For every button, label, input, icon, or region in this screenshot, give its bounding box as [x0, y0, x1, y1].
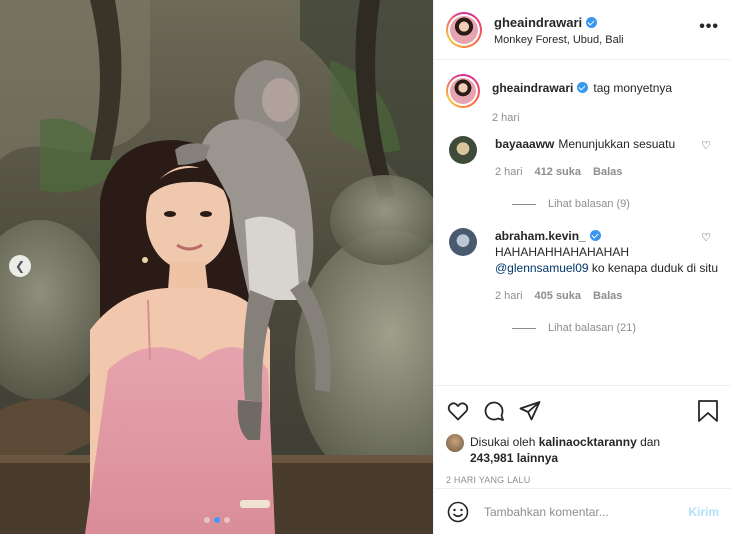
- carousel-indicator: [0, 517, 433, 523]
- view-replies-button[interactable]: Lihat balasan (21): [512, 322, 719, 334]
- likes-count[interactable]: 243,981 lainnya: [470, 451, 558, 465]
- post-header: gheaindrawari Monkey Forest, Ubud, Bali …: [434, 0, 731, 60]
- avatar[interactable]: [449, 228, 477, 256]
- caption-time[interactable]: 2 hari: [492, 110, 520, 126]
- post-comment-button[interactable]: Kirim: [688, 505, 719, 519]
- comment-bubble-icon[interactable]: [482, 399, 506, 423]
- reply-button[interactable]: Balas: [593, 288, 622, 304]
- likes-prefix: Disukai oleh: [470, 435, 539, 449]
- view-replies-label: Lihat balasan (21): [548, 322, 637, 334]
- comment-mention[interactable]: @glennsamuel09: [495, 261, 589, 275]
- post-location[interactable]: Monkey Forest, Ubud, Bali: [494, 34, 699, 46]
- add-comment-bar: Kirim: [434, 488, 731, 534]
- carousel-dot: [203, 517, 210, 523]
- caption: gheaindrawari tag monyetnya 2 hari: [446, 74, 719, 126]
- post-date[interactable]: 2 HARI YANG LALU: [446, 475, 719, 485]
- view-replies-button[interactable]: Lihat balasan (9): [512, 198, 719, 210]
- divider: [512, 203, 536, 205]
- comment-time[interactable]: 2 hari: [495, 164, 523, 180]
- comment-time[interactable]: 2 hari: [495, 288, 523, 304]
- carousel-dot-active: [213, 517, 220, 523]
- caption-username[interactable]: gheaindrawari: [492, 81, 573, 95]
- avatar[interactable]: [446, 74, 480, 108]
- verified-badge-icon: [589, 230, 601, 241]
- instagram-post: ❮ gheaindrawari Monkey Forest, Ubud, Bal…: [0, 0, 731, 534]
- comment-likes[interactable]: 405 suka: [535, 288, 581, 304]
- likes-middle: dan: [636, 435, 661, 449]
- avatar[interactable]: [449, 136, 477, 164]
- like-heart-icon[interactable]: [446, 399, 470, 423]
- divider: [512, 327, 536, 329]
- avatar[interactable]: [446, 11, 482, 48]
- verified-badge-icon: [577, 82, 589, 93]
- more-options-icon[interactable]: •••: [699, 18, 719, 42]
- comment-text-rest: ko kenapa duduk di situ: [588, 261, 718, 275]
- post-actions: Disukai oleh kalinaocktaranny dan 243,98…: [434, 385, 731, 485]
- liker-avatar[interactable]: [446, 434, 464, 452]
- caption-text: tag monyetnya: [593, 81, 673, 95]
- comment-username[interactable]: bayaaaww: [495, 137, 554, 151]
- verified-badge-icon: [586, 16, 598, 28]
- comment-likes[interactable]: 412 suka: [535, 164, 581, 180]
- share-paper-plane-icon[interactable]: [518, 399, 542, 423]
- reply-button[interactable]: Balas: [593, 164, 622, 180]
- save-bookmark-icon[interactable]: [697, 399, 719, 423]
- chevron-left-icon[interactable]: ❮: [9, 255, 31, 277]
- comment-like-heart-icon[interactable]: ♡: [701, 139, 711, 152]
- post-sidebar: gheaindrawari Monkey Forest, Ubud, Bali …: [433, 0, 731, 534]
- comment-input[interactable]: [484, 504, 689, 519]
- author-username[interactable]: gheaindrawari: [494, 15, 582, 30]
- comment-like-heart-icon[interactable]: ♡: [701, 231, 711, 244]
- liker-username[interactable]: kalinaocktaranny: [539, 435, 637, 449]
- comment-item: abraham.kevin_ HAHAHAHHAHAHAHAH @glennsa…: [446, 228, 719, 304]
- likes-summary[interactable]: Disukai oleh kalinaocktaranny dan 243,98…: [446, 434, 719, 466]
- photo-illustration: [0, 0, 433, 534]
- comment-item: bayaaaww Menunjukkan sesuatu 2 hari 412 s…: [446, 136, 719, 180]
- comment-text: Menunjukkan sesuatu: [558, 137, 676, 151]
- carousel-dot: [223, 517, 230, 523]
- comment-username[interactable]: abraham.kevin_: [495, 229, 586, 243]
- view-replies-label: Lihat balasan (9): [548, 198, 630, 210]
- comment-text: HAHAHAHHAHAHAHAH: [495, 245, 630, 259]
- emoji-smiley-icon[interactable]: [446, 500, 470, 524]
- post-photo[interactable]: ❮: [0, 0, 433, 534]
- comments-section[interactable]: gheaindrawari tag monyetnya 2 hari bayaaa…: [434, 60, 731, 385]
